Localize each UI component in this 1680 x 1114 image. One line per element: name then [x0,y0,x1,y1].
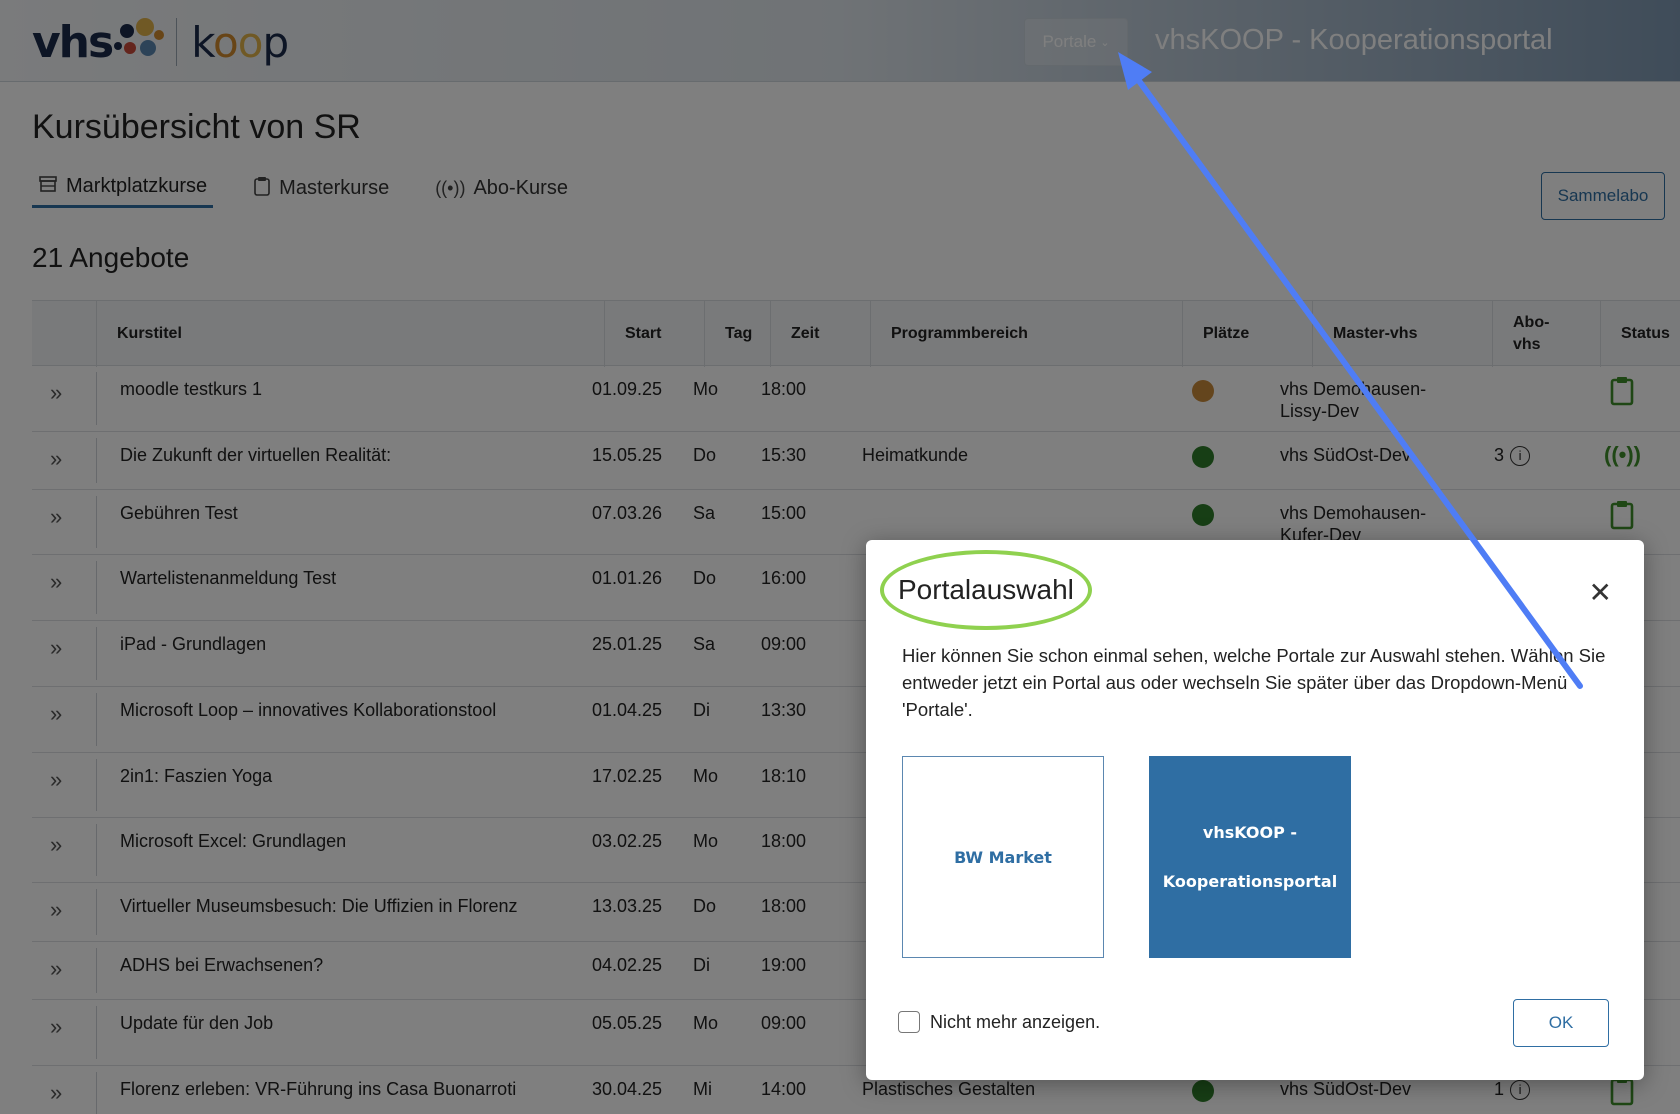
checkbox-label: Nicht mehr anzeigen. [930,1011,1101,1032]
dialog-description: Hier können Sie schon einmal sehen, welc… [902,645,1606,720]
portal-card-bw-market[interactable]: BW Market [902,756,1104,958]
ok-button[interactable]: OK [1513,999,1609,1047]
portal-card-vhskoop[interactable]: vhsKOOP - Kooperationsportal [1149,756,1351,958]
close-icon[interactable]: ✕ [1589,576,1612,609]
dont-show-again[interactable]: Nicht mehr anzeigen. [898,1011,1100,1033]
dialog-title: Portalauswahl [898,574,1074,605]
dont-show-again-checkbox[interactable] [898,1011,920,1033]
portal-selection-dialog: Portalauswahl ✕ Hier können Sie schon ei… [866,540,1644,1080]
